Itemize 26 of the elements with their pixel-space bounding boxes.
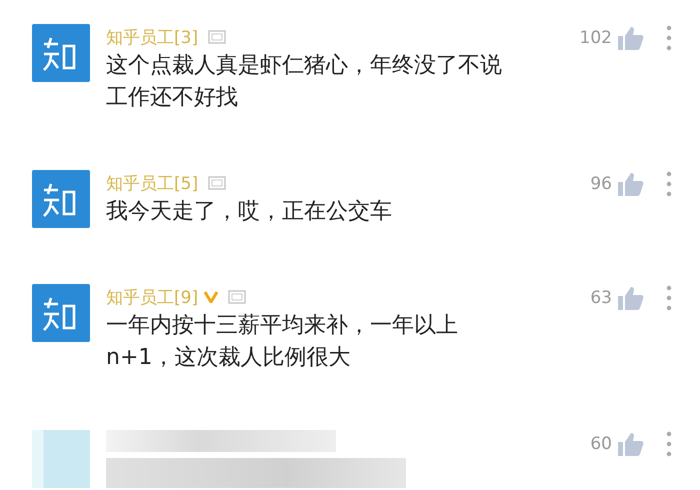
blurred-avatar (32, 430, 90, 488)
comment-text: 这个点裁人真是虾仁猪心，年终没了不说工作还不好找 (106, 52, 503, 112)
more-icon[interactable] (666, 285, 672, 311)
more-icon[interactable] (666, 171, 672, 197)
thumbs-up-icon[interactable] (618, 432, 644, 456)
thumbs-up-icon[interactable] (618, 172, 644, 196)
thumbs-up-icon[interactable] (618, 286, 644, 310)
avatar-icon[interactable] (32, 284, 90, 342)
like-count: 96 (590, 174, 612, 194)
comment-text: 一年内按十三薪平均来补，一年以上n+1，这次裁人比例很大 (106, 312, 459, 372)
avatar-icon[interactable] (32, 170, 90, 228)
avatar-icon[interactable] (32, 24, 90, 82)
user-name[interactable]: 知乎员工[9] (106, 286, 198, 308)
like-count: 63 (590, 288, 612, 308)
more-icon[interactable] (666, 25, 672, 51)
user-name[interactable]: 知乎员工[3] (106, 26, 198, 48)
like-count: 102 (580, 28, 612, 48)
comment-text: 我今天走了，哎，正在公交车 (106, 198, 393, 226)
thumbs-up-icon[interactable] (618, 26, 644, 50)
like-count: 60 (590, 434, 612, 454)
id-card-icon (228, 290, 246, 304)
id-card-icon (208, 30, 226, 44)
verified-icon (204, 291, 218, 303)
more-icon[interactable] (666, 431, 672, 457)
user-name[interactable]: 知乎员工[5] (106, 172, 198, 194)
id-card-icon (208, 176, 226, 190)
